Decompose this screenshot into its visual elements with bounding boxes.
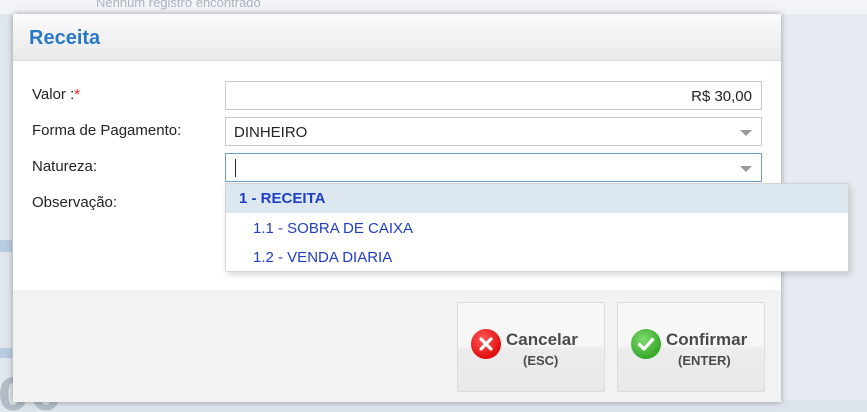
- observacao-label: Observação:: [32, 194, 118, 211]
- text-cursor: [235, 159, 236, 177]
- x-circle-icon: [471, 329, 501, 359]
- chevron-down-icon[interactable]: [740, 166, 752, 172]
- dialog-header: Receita: [13, 14, 781, 61]
- valor-value: R$ 30,00: [691, 88, 752, 105]
- valor-label: Valor :*: [32, 86, 80, 103]
- cancel-button-label: Cancelar: [506, 330, 578, 349]
- dropdown-option-label: 1.2 - VENDA DIARIA: [253, 249, 393, 266]
- dialog-title: Receita: [29, 27, 101, 49]
- background-band: [0, 240, 12, 252]
- natureza-label: Natureza:: [32, 158, 98, 175]
- confirm-button-label: Confirmar: [666, 330, 748, 349]
- forma-pagamento-select[interactable]: DINHEIRO: [225, 117, 762, 146]
- required-mark: *: [74, 86, 81, 103]
- chevron-down-icon[interactable]: [740, 130, 752, 136]
- forma-pagamento-label: Forma de Pagamento:: [32, 122, 182, 139]
- valor-label-text: Valor :: [32, 86, 75, 103]
- natureza-combobox[interactable]: [225, 153, 762, 182]
- confirm-button[interactable]: Confirmar (ENTER): [617, 302, 765, 392]
- check-circle-icon: [631, 329, 661, 359]
- cancel-button[interactable]: Cancelar (ESC): [457, 302, 605, 392]
- cancel-shortcut: (ESC): [523, 353, 559, 368]
- dropdown-option[interactable]: 1.1 - SOBRA DE CAIXA: [226, 214, 848, 243]
- forma-pagamento-value: DINHEIRO: [234, 124, 308, 141]
- valor-input[interactable]: R$ 30,00: [225, 81, 762, 110]
- dropdown-option-label: 1.1 - SOBRA DE CAIXA: [253, 220, 414, 237]
- natureza-dropdown-list: 1 - RECEITA 1.1 - SOBRA DE CAIXA 1.2 - V…: [225, 183, 849, 272]
- dropdown-option[interactable]: 1.2 - VENDA DIARIA: [226, 243, 848, 272]
- background-band: [0, 348, 12, 358]
- dropdown-option-label: 1 - RECEITA: [239, 190, 326, 207]
- confirm-shortcut: (ENTER): [678, 353, 731, 368]
- background-empty-message: Nenhum registro encontrado: [96, 0, 261, 10]
- dropdown-option[interactable]: 1 - RECEITA: [226, 184, 848, 213]
- background-topbar: Nenhum registro encontrado: [0, 0, 867, 14]
